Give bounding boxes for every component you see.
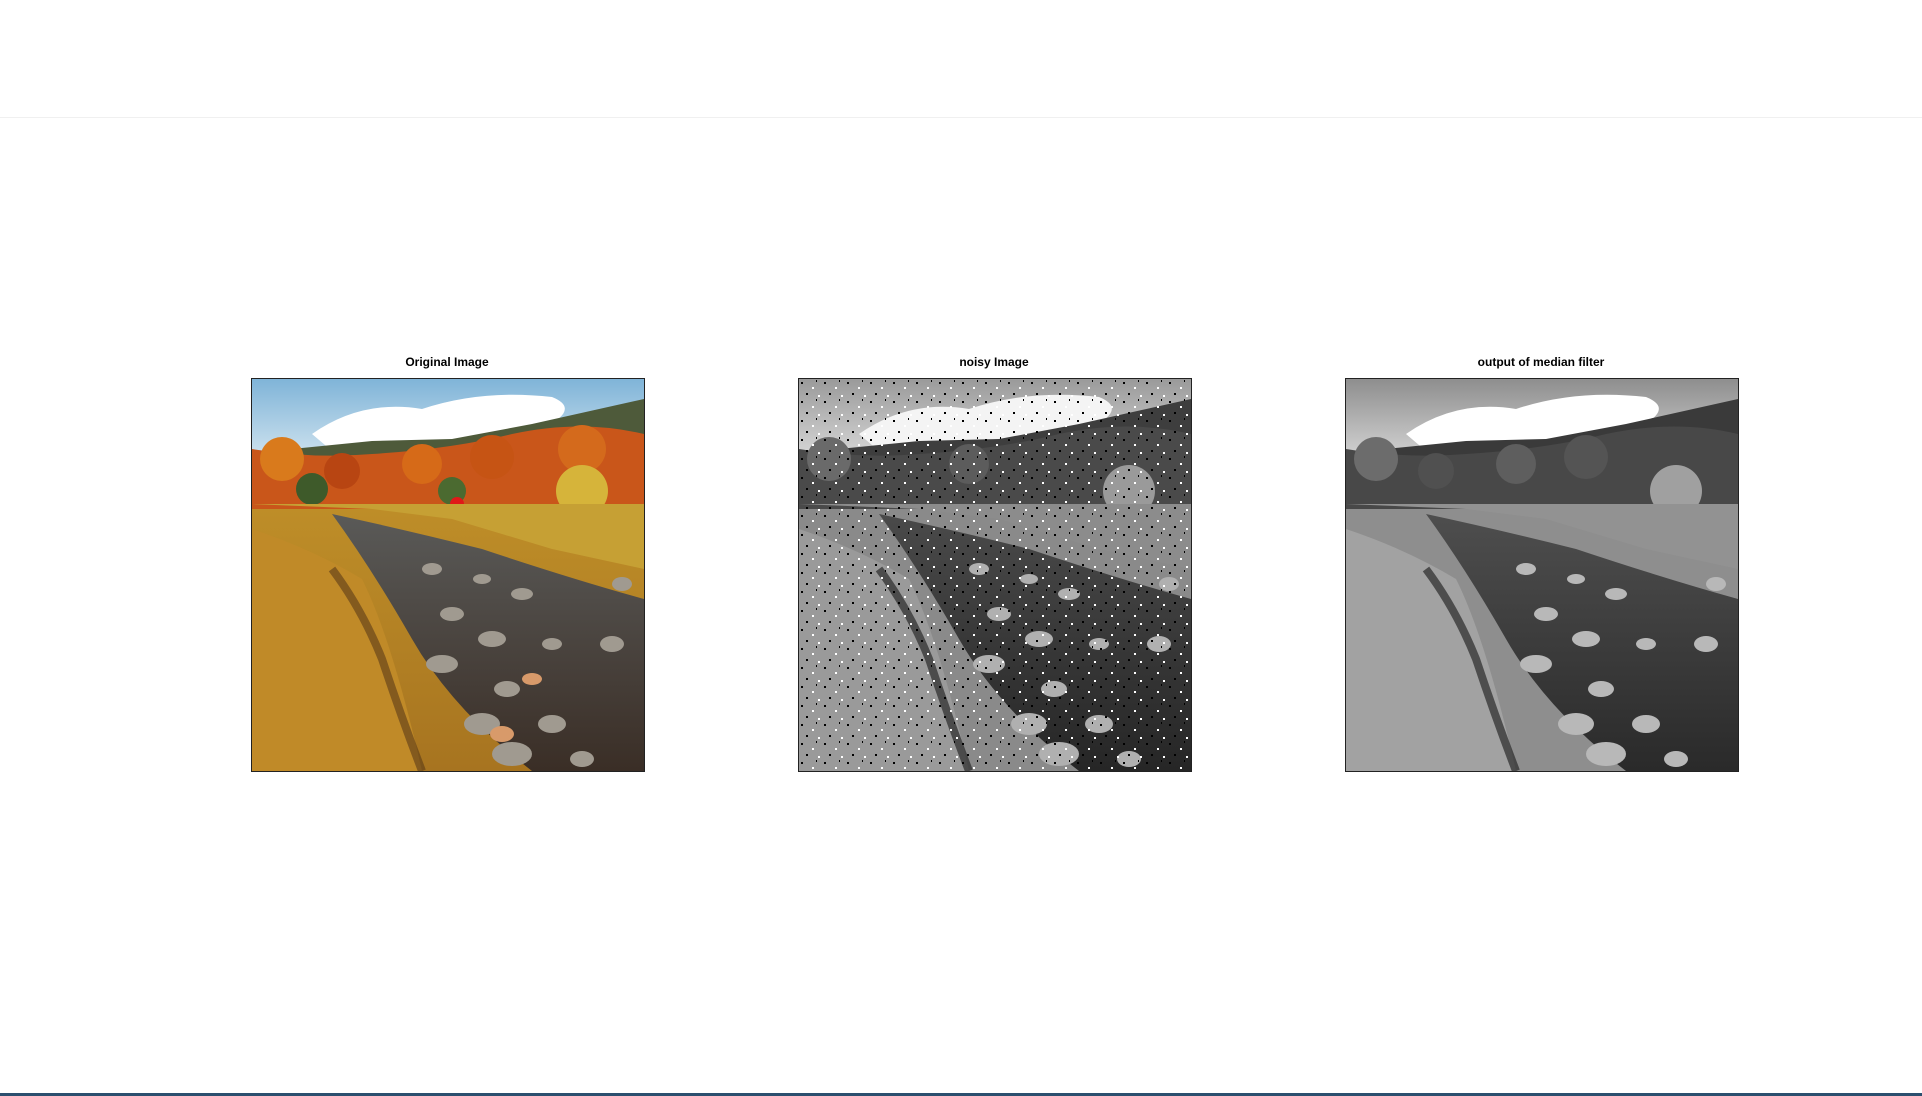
figure-toolbar-area xyxy=(0,0,1922,118)
median-filter-output-photo xyxy=(1346,379,1738,771)
axes-original-image[interactable] xyxy=(251,378,645,772)
original-image-photo xyxy=(252,379,644,771)
axes-title-median-filter: output of median filter xyxy=(1477,355,1605,369)
axes-title-noisy: noisy Image xyxy=(959,355,1029,369)
noisy-image-photo xyxy=(799,379,1191,771)
axes-median-filter-output[interactable] xyxy=(1345,378,1739,772)
axes-noisy-image[interactable] xyxy=(798,378,1192,772)
axes-title-original: Original Image xyxy=(405,355,489,369)
